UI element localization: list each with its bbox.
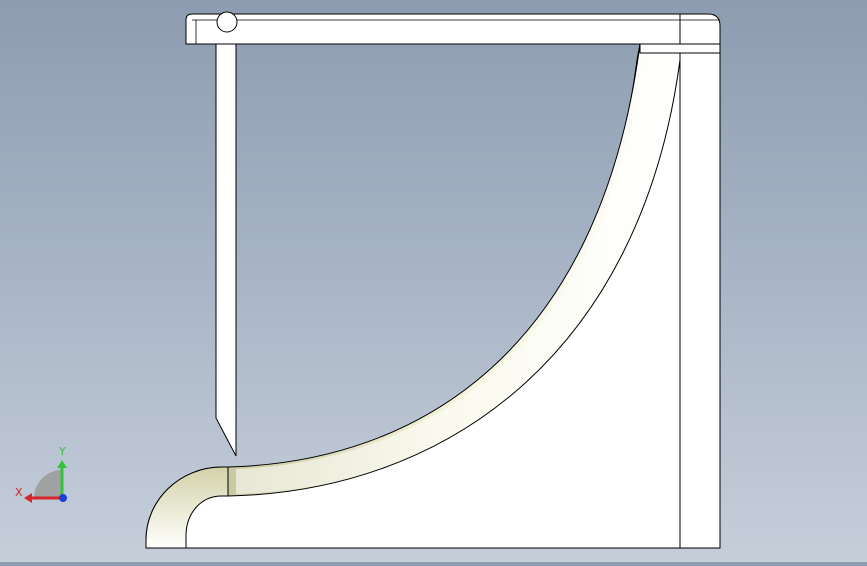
- shoulder-step: [639, 43, 721, 54]
- hinge-pin-hole[interactable]: [216, 11, 238, 33]
- triad-plane-quadrant: [34, 470, 62, 498]
- triad-y-arrowhead: [57, 460, 67, 468]
- triad-y-label: Y: [58, 445, 66, 458]
- model-canvas[interactable]: Y X: [0, 0, 867, 562]
- triad-x-label: X: [15, 486, 23, 499]
- vertical-blade[interactable]: [215, 43, 237, 457]
- triad-x-arrowhead: [24, 493, 32, 503]
- coordinate-triad: Y X: [15, 445, 67, 503]
- cad-viewport[interactable]: Y X: [0, 0, 867, 562]
- triad-origin: [59, 494, 67, 502]
- top-bar[interactable]: [185, 13, 721, 45]
